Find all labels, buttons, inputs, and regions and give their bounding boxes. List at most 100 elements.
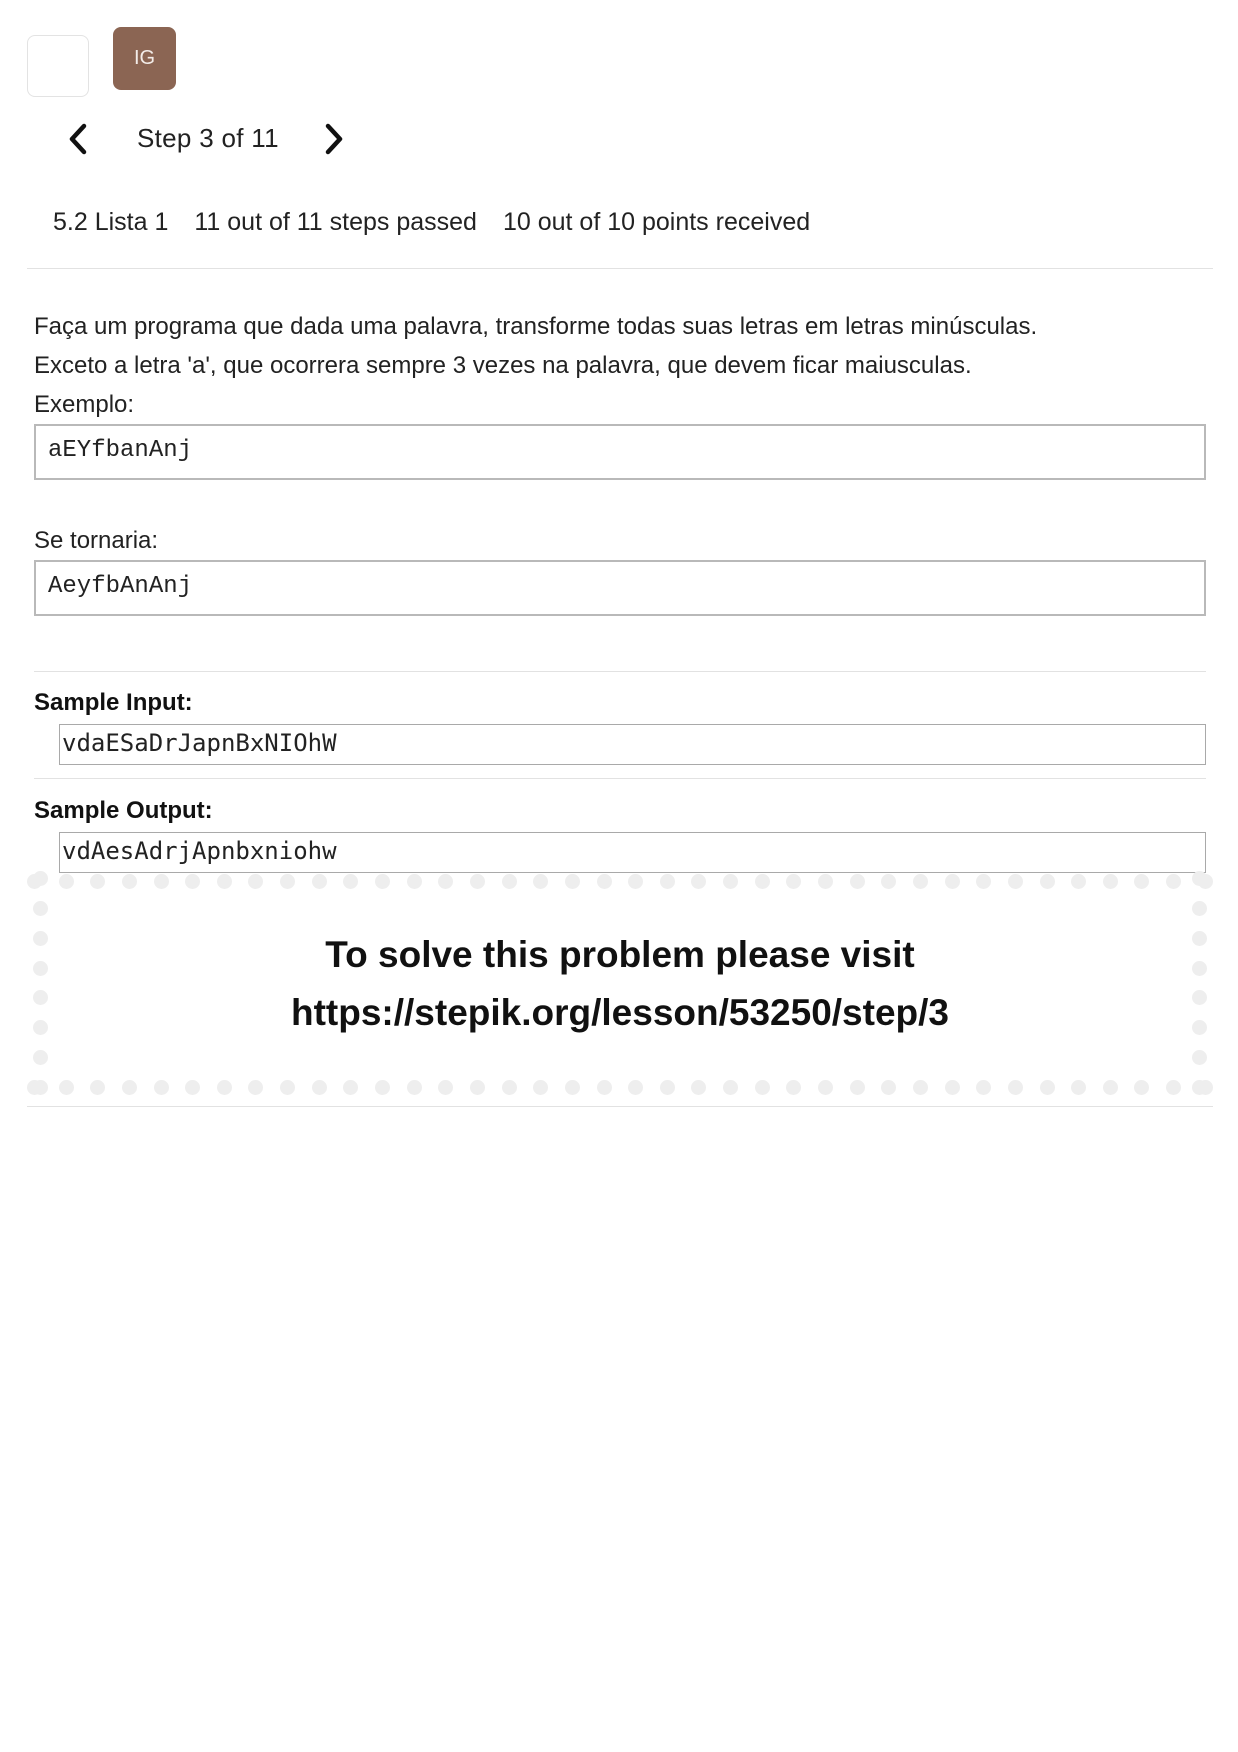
- visit-link[interactable]: https://stepik.org/lesson/53250/step/3: [27, 992, 1213, 1034]
- user-avatar[interactable]: IG: [113, 27, 176, 90]
- border-dot: [659, 874, 675, 889]
- points-status: 10 out of 10 points received: [502, 208, 811, 236]
- border-dot: [976, 874, 992, 889]
- border-dot: [58, 1080, 74, 1095]
- border-dot: [469, 874, 485, 889]
- border-dot: [58, 874, 74, 889]
- border-dot: [90, 874, 106, 889]
- previous-step-button[interactable]: [58, 118, 98, 160]
- border-dot: [501, 1080, 517, 1095]
- border-dot: [912, 874, 928, 889]
- sample-output-block: vdAesAdrjApnbxniohw: [59, 832, 1206, 873]
- border-dot: [1134, 1080, 1150, 1095]
- next-step-button[interactable]: [314, 118, 354, 160]
- border-dot: [1071, 1080, 1087, 1095]
- border-dot: [564, 874, 580, 889]
- border-dot: [248, 1080, 264, 1095]
- border-dot: [1166, 1080, 1182, 1095]
- footer-divider: [27, 1106, 1213, 1107]
- border-dot: [754, 874, 770, 889]
- example-code-block: aEYfbanAnj: [34, 424, 1206, 480]
- border-dot: [944, 1080, 960, 1095]
- border-dot: [564, 1080, 580, 1095]
- border-dot: [343, 1080, 359, 1095]
- border-dot: [438, 1080, 454, 1095]
- border-dot: [628, 874, 644, 889]
- border-dot: [248, 874, 264, 889]
- border-dot: [1007, 1080, 1023, 1095]
- border-dot: [1007, 874, 1023, 889]
- border-dot: [375, 874, 391, 889]
- border-dot: [723, 1080, 739, 1095]
- border-dot: [406, 874, 422, 889]
- border-dot: [469, 1080, 485, 1095]
- border-dot: [1134, 874, 1150, 889]
- border-dot: [33, 1079, 48, 1095]
- border-dot: [533, 1080, 549, 1095]
- border-dot: [153, 1080, 169, 1095]
- border-dot: [786, 874, 802, 889]
- border-dot: [596, 874, 612, 889]
- chevron-left-icon: [69, 123, 87, 155]
- sample-input-block: vdaESaDrJapnBxNIOhW: [59, 724, 1206, 765]
- border-dot: [628, 1080, 644, 1095]
- border-dot: [121, 874, 137, 889]
- border-dot: [185, 1080, 201, 1095]
- visit-message: To solve this problem please visit: [325, 934, 915, 975]
- lesson-title[interactable]: 5.2 Lista 1: [53, 208, 168, 236]
- border-dot: [849, 874, 865, 889]
- border-dot: [881, 874, 897, 889]
- steps-status: 11 out of 11 steps passed: [194, 208, 477, 236]
- border-dot: [976, 1080, 992, 1095]
- step-counter: Step 3 of 11: [137, 123, 279, 153]
- border-dot: [596, 1080, 612, 1095]
- border-dot: [216, 874, 232, 889]
- app-logo[interactable]: [27, 35, 89, 97]
- dot-border-bottom: [27, 1080, 1213, 1095]
- border-dot: [849, 1080, 865, 1095]
- problem-text-line-2: Exceto a letra 'a', que ocorrera sempre …: [34, 352, 972, 379]
- samples-divider: [34, 671, 1206, 672]
- border-dot: [33, 900, 48, 916]
- border-dot: [1192, 871, 1207, 886]
- border-dot: [1166, 874, 1182, 889]
- dot-border-left: [33, 871, 48, 1095]
- border-dot: [533, 874, 549, 889]
- border-dot: [216, 1080, 232, 1095]
- border-dot: [659, 1080, 675, 1095]
- border-dot: [153, 874, 169, 889]
- border-dot: [343, 874, 359, 889]
- border-dot: [723, 874, 739, 889]
- border-dot: [1071, 874, 1087, 889]
- border-dot: [280, 874, 296, 889]
- border-dot: [1039, 1080, 1055, 1095]
- border-dot: [375, 1080, 391, 1095]
- border-dot: [818, 1080, 834, 1095]
- border-dot: [1192, 1050, 1207, 1066]
- border-dot: [185, 874, 201, 889]
- dot-border-top: [27, 874, 1213, 889]
- border-dot: [501, 874, 517, 889]
- sample-divider: [34, 778, 1206, 779]
- visit-stepik-panel: To solve this problem please visit https…: [27, 871, 1213, 1095]
- dot-border-right: [1192, 871, 1207, 1095]
- header-divider: [27, 268, 1213, 269]
- sample-input-label: Sample Input:: [34, 689, 193, 716]
- border-dot: [912, 1080, 928, 1095]
- border-dot: [1102, 874, 1118, 889]
- border-dot: [33, 1050, 48, 1066]
- border-dot: [311, 1080, 327, 1095]
- border-dot: [1102, 1080, 1118, 1095]
- result-code-block: AeyfbAnAnj: [34, 560, 1206, 616]
- border-dot: [121, 1080, 137, 1095]
- lesson-info-bar: 5.2 Lista 1 11 out of 11 steps passed 10 o…: [53, 208, 836, 237]
- border-dot: [1192, 1079, 1207, 1095]
- border-dot: [90, 1080, 106, 1095]
- border-dot: [311, 874, 327, 889]
- problem-text-line-1: Faça um programa que dada uma palavra, t…: [34, 313, 1038, 340]
- border-dot: [944, 874, 960, 889]
- border-dot: [406, 1080, 422, 1095]
- border-dot: [691, 874, 707, 889]
- border-dot: [691, 1080, 707, 1095]
- border-dot: [818, 874, 834, 889]
